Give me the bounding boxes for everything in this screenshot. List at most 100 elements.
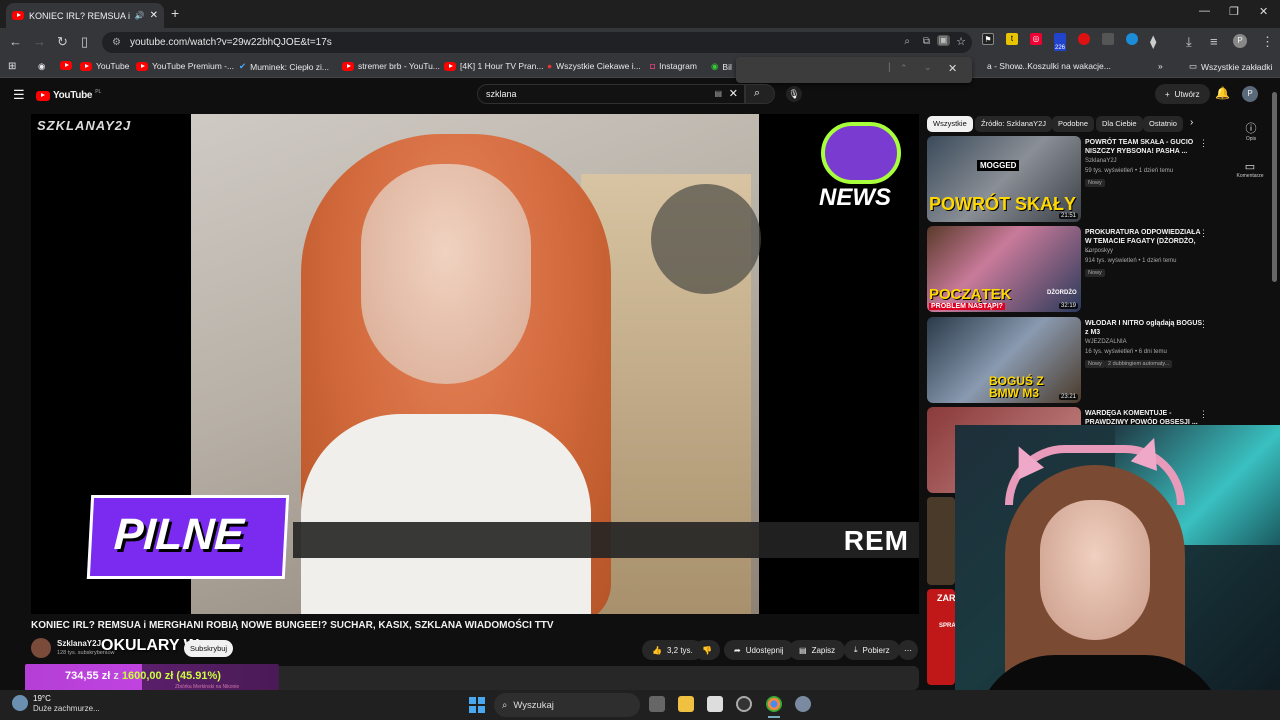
- chip-similar[interactable]: Podobne: [1052, 116, 1095, 132]
- extension-icon[interactable]: ◎: [1030, 33, 1042, 45]
- store-icon[interactable]: [707, 696, 723, 712]
- bookmark-star-icon[interactable]: ☆: [956, 35, 966, 48]
- cast-icon[interactable]: ⧉: [923, 36, 930, 47]
- close-tab-icon[interactable]: ✕: [150, 10, 158, 21]
- all-bookmarks[interactable]: ▭ Wszystkie zakładki: [1189, 61, 1272, 72]
- bookmark-youtube-premium[interactable]: YouTube Premium -...: [136, 61, 234, 71]
- page-scrollbar[interactable]: [1272, 92, 1277, 282]
- keyboard-icon[interactable]: ▤: [714, 89, 722, 98]
- bookmark-bil[interactable]: ◉ Bil: [711, 61, 732, 72]
- avatar[interactable]: P: [1242, 86, 1258, 102]
- clear-search-icon[interactable]: ✕: [729, 87, 738, 100]
- media-icon[interactable]: ≡: [1210, 34, 1218, 49]
- save-button[interactable]: ▤ Zapisz: [789, 640, 846, 660]
- list-item[interactable]: MOGGED POWRÓT SKAŁY 21:51 POWRÓT TEAM SK…: [927, 136, 1217, 222]
- extension-icon[interactable]: [1078, 33, 1090, 45]
- bookmark-icon[interactable]: ◉: [38, 61, 45, 72]
- bell-icon[interactable]: 🔔: [1215, 86, 1230, 100]
- more-bookmarks-icon[interactable]: »: [1158, 61, 1163, 71]
- mic-icon[interactable]: 🎙: [786, 86, 802, 102]
- create-button[interactable]: + Utwórz: [1155, 84, 1210, 104]
- speaker-icon[interactable]: 🔊: [135, 11, 145, 20]
- chip-recent[interactable]: Ostatnio: [1143, 116, 1183, 132]
- channel-name[interactable]: SzklanaY2J: [1085, 158, 1117, 164]
- apps-icon[interactable]: ⊞: [8, 61, 16, 72]
- chevron-up-icon[interactable]: ⌃: [900, 63, 908, 74]
- settings-icon[interactable]: [795, 696, 811, 712]
- sidebar-icon[interactable]: ▯: [81, 34, 88, 50]
- chrome-icon[interactable]: [766, 696, 782, 712]
- list-item[interactable]: POCZĄTEK PROBLEM NASTĄPI? DŻORDŻO 32:19 …: [927, 226, 1217, 312]
- menu-icon[interactable]: ⋮: [1261, 34, 1274, 50]
- download-button[interactable]: ⤓ Pobierz: [844, 640, 900, 660]
- video-player[interactable]: SZKLANAY2J NEWS PILNE REM: [31, 114, 919, 614]
- video-thumbnail[interactable]: MOGGED POWRÓT SKAŁY 21:51: [927, 136, 1081, 222]
- chip-all[interactable]: Wszystkie: [927, 116, 973, 132]
- more-icon[interactable]: ⋮: [1199, 228, 1208, 239]
- chip-source[interactable]: Źródło: SzklanaY2J: [975, 116, 1053, 132]
- subscribe-button[interactable]: Subskrybuj: [184, 640, 234, 657]
- back-icon[interactable]: ←: [9, 34, 22, 49]
- dislike-button[interactable]: 👎: [694, 640, 720, 660]
- more-icon[interactable]: ⋮: [1199, 138, 1208, 149]
- bookmark-muminek[interactable]: ✔ Muminek: Ciepło zi...: [239, 61, 329, 72]
- minimize-icon[interactable]: —: [1199, 5, 1210, 17]
- channel-name[interactable]: SzklanaY2J: [57, 639, 101, 648]
- more-icon[interactable]: ⋮: [1199, 409, 1208, 420]
- extension-icon[interactable]: ⚑: [982, 33, 994, 45]
- chevron-down-icon[interactable]: ⌄: [924, 62, 932, 73]
- chevron-right-icon[interactable]: ›: [1190, 117, 1193, 128]
- bookmark-stremer[interactable]: stremer brb - YouTu...: [342, 61, 440, 71]
- bookmark-koszulki[interactable]: ♪ Koszulki na wakacje...: [1019, 61, 1111, 71]
- site-info-icon[interactable]: ⚙: [112, 37, 121, 48]
- tab-search-icon[interactable]: ▣: [936, 35, 950, 46]
- taskbar-search[interactable]: ⌕ Wyszukaj: [494, 693, 640, 717]
- weather-text[interactable]: Duże zachmurze...: [33, 704, 100, 713]
- close-window-icon[interactable]: ✕: [1259, 5, 1268, 18]
- bookmark-youtube[interactable]: YouTube: [80, 61, 129, 71]
- task-view-icon[interactable]: [649, 696, 665, 712]
- bookmark-tv-prank[interactable]: [4K] 1 Hour TV Pran...: [444, 61, 543, 71]
- bookmark-icon[interactable]: [60, 61, 72, 70]
- extension-icon[interactable]: t: [1006, 33, 1018, 45]
- close-find-icon[interactable]: ✕: [948, 62, 957, 75]
- video-title[interactable]: POWRÓT TEAM SKAŁA - GUCIO NISZCZY RYBSON…: [1085, 138, 1203, 156]
- download-icon[interactable]: ⤓: [1186, 34, 1192, 50]
- more-icon[interactable]: ⋮: [1199, 319, 1208, 330]
- windows-start-icon[interactable]: [469, 697, 485, 713]
- channel-name[interactable]: WJEZDZALNIA: [1085, 339, 1127, 345]
- reload-icon[interactable]: ↻: [57, 34, 68, 50]
- bookmark-instagram[interactable]: ◘ Instagram: [650, 61, 697, 71]
- description-side-button[interactable]: ⓘ Opis: [1240, 120, 1262, 142]
- search-button[interactable]: ⌕: [745, 84, 775, 104]
- chip-for-you[interactable]: Dla Ciebie: [1096, 116, 1143, 132]
- search-input[interactable]: szklana ▤ ✕: [477, 84, 745, 104]
- weather-icon[interactable]: [12, 695, 28, 711]
- extension-icon[interactable]: [1102, 33, 1114, 45]
- share-button[interactable]: ➦ Udostępnij: [724, 640, 794, 660]
- channel-avatar[interactable]: [31, 638, 51, 658]
- maximize-icon[interactable]: ❐: [1229, 5, 1239, 18]
- hamburger-menu-icon[interactable]: ☰: [13, 87, 25, 103]
- youtube-logo[interactable]: YouTube PL: [36, 89, 101, 101]
- profile-avatar[interactable]: P: [1233, 34, 1247, 48]
- video-thumbnail[interactable]: POCZĄTEK PROBLEM NASTĄPI? DŻORDŻO 32:19: [927, 226, 1081, 312]
- video-title[interactable]: WŁODAR I NITRO oglądają BOGUS z M3: [1085, 319, 1203, 337]
- channel-name[interactable]: Korposkyy: [1085, 248, 1113, 254]
- forward-icon[interactable]: →: [33, 34, 46, 49]
- obs-icon[interactable]: [736, 696, 752, 712]
- new-tab-button[interactable]: +: [171, 5, 179, 21]
- video-thumbnail[interactable]: ZAR SPRA: [927, 589, 956, 685]
- temperature[interactable]: 19°C: [33, 694, 51, 703]
- browser-tab-active[interactable]: KONIEC IRL? REMSUA i MER 🔊 ✕: [6, 3, 164, 28]
- zoom-icon[interactable]: ⌕: [904, 36, 910, 47]
- more-actions-button[interactable]: ⋯: [898, 640, 918, 660]
- comments-side-button[interactable]: ▭ Komentarze: [1232, 160, 1268, 179]
- extension-icon[interactable]: [1126, 33, 1138, 45]
- video-thumbnail[interactable]: BOGUŚ Z BMW M3 23:21: [927, 317, 1081, 403]
- extension-icon[interactable]: [1054, 33, 1066, 45]
- bookmark-ciekawe[interactable]: ● Wszystkie Ciekawe i...: [547, 61, 641, 71]
- file-explorer-icon[interactable]: [678, 696, 694, 712]
- address-bar[interactable]: ⚙ youtube.com/watch?v=29w22bhQJOE&t=17s …: [102, 32, 972, 53]
- list-item[interactable]: BOGUŚ Z BMW M3 23:21 WŁODAR I NITRO oglą…: [927, 317, 1217, 403]
